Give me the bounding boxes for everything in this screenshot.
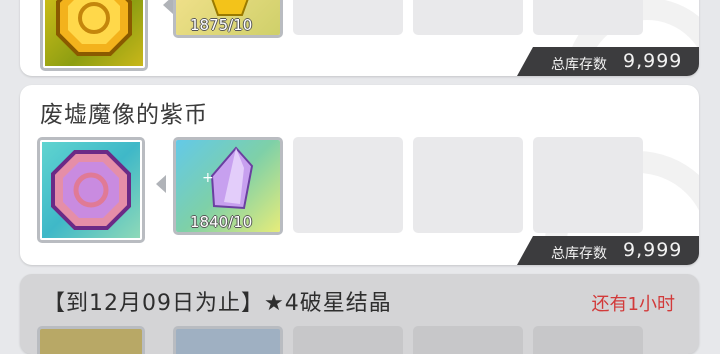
total-inventory-badge: 总库存数 9,999 xyxy=(517,47,699,76)
purple-crystal-icon: + xyxy=(202,146,254,210)
exchange-card-3[interactable]: 【到12月09日为止】★4破星结晶 还有1小时 xyxy=(20,274,699,354)
empty-slot xyxy=(293,137,403,233)
material-slot[interactable]: + 1840/10 xyxy=(173,137,283,235)
empty-slot xyxy=(413,0,523,35)
empty-slot xyxy=(293,326,403,354)
time-remaining: 还有1小时 xyxy=(591,294,675,315)
purple-coin-icon xyxy=(51,150,131,230)
arrow-left-icon xyxy=(156,175,166,193)
empty-slot xyxy=(413,326,523,354)
empty-slot xyxy=(413,137,523,233)
material-count: 1875/10 xyxy=(190,16,253,34)
empty-slot xyxy=(533,137,643,233)
empty-slot xyxy=(293,0,403,35)
gold-coin-icon xyxy=(56,0,132,56)
total-inventory-label: 总库存数 xyxy=(551,57,607,73)
svg-text:+: + xyxy=(202,170,214,186)
arrow-left-icon xyxy=(163,0,173,14)
material-slot[interactable] xyxy=(173,326,283,354)
gold-coin-item-slot[interactable] xyxy=(40,0,148,71)
purple-coin-item-slot[interactable] xyxy=(37,137,145,243)
item-title: 【到12月09日为止】★4破星结晶 xyxy=(43,291,392,316)
item-slot[interactable] xyxy=(37,326,145,354)
exchange-card-2[interactable]: 废墟魔像的紫币 + 1840/10 总库存数 9,999 xyxy=(20,85,699,265)
empty-slot xyxy=(533,0,643,35)
total-inventory-value: 9,999 xyxy=(623,50,683,72)
material-slot[interactable]: 1875/10 xyxy=(173,0,283,38)
material-count: 1840/10 xyxy=(190,213,253,231)
total-inventory-badge: 总库存数 9,999 xyxy=(517,236,699,265)
total-inventory-label: 总库存数 xyxy=(551,246,607,262)
item-title: 废墟魔像的紫币 xyxy=(40,102,208,128)
total-inventory-value: 9,999 xyxy=(623,239,683,261)
exchange-card-1[interactable]: 1875/10 总库存数 9,999 xyxy=(20,0,699,76)
empty-slot xyxy=(533,326,643,354)
